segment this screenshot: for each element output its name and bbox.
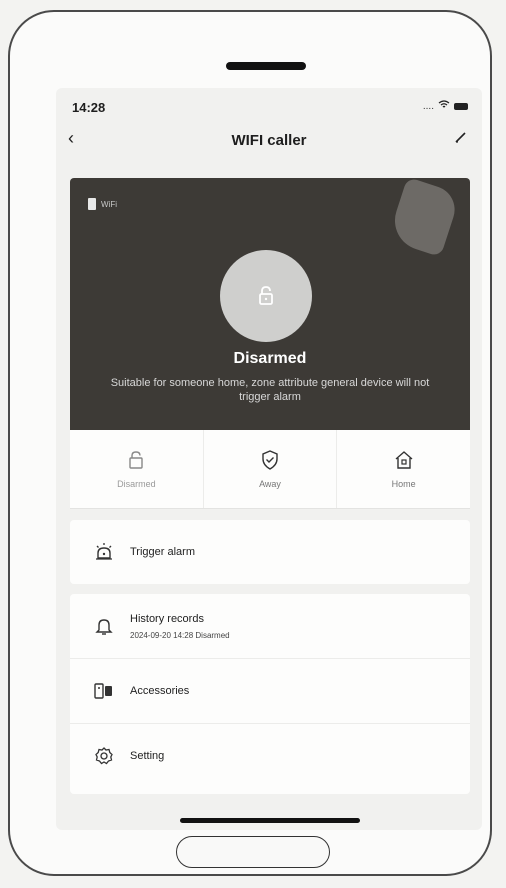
phone-frame: 14:28 .... ‹ WIFI caller WiFi Disarmed S… xyxy=(8,10,492,876)
mode-selector: Disarmed Away Home xyxy=(70,430,470,509)
device-tag: WiFi xyxy=(101,199,117,209)
status-icons: .... xyxy=(423,100,468,112)
mode-away-label: Away xyxy=(259,479,281,489)
settings-list: History records 2024-09-20 14:28 Disarme… xyxy=(70,594,470,794)
history-last-event: 2024-09-20 14:28 Disarmed xyxy=(130,630,230,640)
screen: 14:28 .... ‹ WIFI caller WiFi Disarmed S… xyxy=(56,88,482,830)
status-time: 14:28 xyxy=(72,100,106,115)
pointing-hand-icon xyxy=(387,178,461,258)
siren-icon xyxy=(92,540,116,564)
page-title: WIFI caller xyxy=(231,132,307,149)
disarm-toggle[interactable] xyxy=(220,250,312,342)
edit-button[interactable] xyxy=(454,130,468,149)
unlock-icon xyxy=(259,286,273,305)
trigger-alarm-card: Trigger alarm xyxy=(70,520,470,584)
wifi-icon xyxy=(438,100,450,112)
gear-icon xyxy=(92,744,116,768)
unlock-icon xyxy=(129,451,144,469)
signal-dots: .... xyxy=(422,100,434,112)
device-indicator: WiFi xyxy=(88,198,117,210)
shield-check-icon xyxy=(262,450,278,470)
speaker-slot xyxy=(226,62,306,70)
trigger-alarm-label: Trigger alarm xyxy=(130,546,195,558)
mode-disarmed-label: Disarmed xyxy=(117,479,156,489)
alarm-state: Disarmed xyxy=(233,350,307,367)
pencil-icon xyxy=(455,132,466,143)
accessories-icon xyxy=(92,679,116,703)
device-battery-icon xyxy=(88,198,96,210)
home-button[interactable] xyxy=(176,836,330,868)
setting-label: Setting xyxy=(130,750,165,762)
history-records-label: History records xyxy=(130,612,204,625)
trigger-alarm-row[interactable]: Trigger alarm xyxy=(70,520,470,584)
bell-icon xyxy=(92,614,116,638)
mode-home[interactable]: Home xyxy=(336,430,470,508)
status-bar: 14:28 .... xyxy=(56,88,482,122)
accessories-row[interactable]: Accessories xyxy=(70,658,470,723)
mode-home-label: Home xyxy=(391,479,416,489)
home-indicator[interactable] xyxy=(180,818,360,823)
setting-row[interactable]: Setting xyxy=(70,723,470,788)
home-lock-icon xyxy=(395,451,413,469)
battery-icon xyxy=(454,102,468,110)
alarm-status-panel: WiFi Disarmed Suitable for someone home,… xyxy=(70,178,470,430)
mode-away[interactable]: Away xyxy=(202,430,337,508)
alarm-state-description: Suitable for someone home, zone attribut… xyxy=(110,377,430,403)
history-records-row[interactable]: History records 2024-09-20 14:28 Disarme… xyxy=(70,594,470,658)
mode-disarmed[interactable]: Disarmed xyxy=(70,430,203,508)
top-nav: ‹ WIFI caller xyxy=(56,122,482,158)
accessories-label: Accessories xyxy=(130,685,190,697)
